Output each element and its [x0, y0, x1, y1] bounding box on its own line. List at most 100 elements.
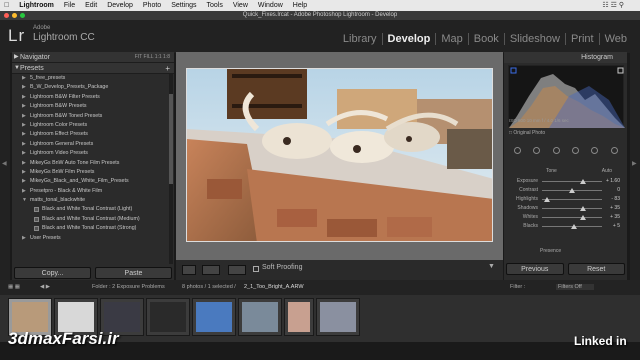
scrollbar-thumb[interactable] — [169, 94, 173, 184]
preset-folder[interactable]: ▶ Presetpro - Black & White Film — [12, 187, 174, 196]
auto-tone-button[interactable]: Auto — [602, 168, 612, 174]
grid-view-icon[interactable]: ▦ ▦ — [8, 284, 20, 290]
menu-app[interactable]: Lightroom — [19, 2, 54, 9]
copy-button[interactable]: Copy... — [14, 267, 91, 279]
preset-folder[interactable]: ▶ Lightroom Effect Presets — [12, 130, 174, 139]
radial-filter-icon[interactable] — [591, 147, 599, 154]
menu-help[interactable]: Help — [293, 2, 307, 9]
slider-exposure[interactable]: Exposure + 1.60 — [508, 177, 624, 186]
crop-tool-icon[interactable] — [514, 147, 522, 154]
slider-value[interactable]: - 83 — [611, 196, 620, 202]
preset-folder[interactable]: ▶ MikeyGs_Black_and_White_Film_Presets — [12, 177, 174, 186]
preset-item[interactable]: Black and White Tonal Contrast (Light) — [12, 205, 174, 214]
slider-knob[interactable] — [569, 188, 575, 193]
module-web[interactable]: Web — [598, 33, 632, 45]
presets-scrollbar[interactable] — [169, 74, 173, 264]
filmstrip-thumb[interactable] — [146, 298, 190, 336]
expand-triangle-icon[interactable]: ▶ — [22, 187, 26, 196]
close-window-icon[interactable] — [4, 13, 9, 18]
slider-shadows[interactable]: Shadows + 35 — [508, 204, 624, 213]
slider-contrast[interactable]: Contrast 0 — [508, 186, 624, 195]
expand-triangle-icon[interactable]: ▶ — [22, 93, 26, 102]
preset-folder[interactable]: ▶ Lightroom B&W Presets — [12, 102, 174, 111]
apple-menu-icon[interactable]:  — [4, 2, 9, 9]
slider-whites[interactable]: Whites + 35 — [508, 213, 624, 222]
module-map[interactable]: Map — [435, 33, 467, 45]
slider-value[interactable]: + 1.60 — [606, 178, 620, 184]
preset-folder[interactable]: ▶ MikeyGs BnW Auto Tone Film Presets — [12, 159, 174, 168]
graduated-filter-icon[interactable] — [572, 147, 580, 154]
collapse-triangle-icon[interactable]: ▼ — [22, 196, 27, 205]
expand-triangle-icon[interactable]: ▶ — [22, 140, 26, 149]
shadow-clipping-icon[interactable] — [510, 67, 517, 74]
collapse-right-icon[interactable]: ▶ — [632, 160, 640, 167]
menu-develop[interactable]: Develop — [107, 2, 133, 9]
expand-triangle-icon[interactable]: ▶ — [22, 130, 26, 139]
collapse-left-icon[interactable]: ◀ — [2, 160, 10, 167]
menu-photo[interactable]: Photo — [143, 2, 161, 9]
expand-triangle-icon[interactable]: ▶ — [22, 83, 26, 92]
presets-header[interactable]: ▼ Presets + — [12, 63, 174, 74]
expand-triangle-icon[interactable]: ▶ — [22, 102, 26, 111]
histogram-header[interactable]: Histogram — [504, 52, 627, 63]
minimize-window-icon[interactable] — [12, 13, 17, 18]
highlight-clipping-icon[interactable] — [617, 67, 624, 74]
slider-track[interactable] — [542, 217, 602, 218]
preset-folder[interactable]: ▶ MikeyGs BnW Film Presets — [12, 168, 174, 177]
slider-knob[interactable] — [570, 224, 577, 229]
preset-folder[interactable]: ▶ B_W_Develop_Presets_Package — [12, 83, 174, 92]
navigator-zoom-options[interactable]: FIT FILL 1:1 1:8 — [135, 52, 170, 63]
navigator-header[interactable]: ▶ Navigator FIT FILL 1:1 1:8 — [12, 52, 174, 63]
expand-triangle-icon[interactable]: ▶ — [22, 159, 26, 168]
slider-knob[interactable] — [579, 215, 586, 220]
before-after-toggle-icon[interactable] — [228, 265, 246, 275]
before-after-icon[interactable] — [202, 265, 220, 275]
preset-item[interactable]: Black and White Tonal Contrast (Medium) — [12, 215, 174, 224]
slider-knob[interactable] — [579, 206, 586, 211]
filmstrip-folder[interactable]: Folder : 2 Exposure Problems — [92, 284, 165, 290]
soft-proofing-checkbox[interactable] — [253, 266, 259, 272]
expand-triangle-icon[interactable]: ▶ — [22, 234, 26, 243]
expand-triangle-icon[interactable]: ▶ — [22, 112, 26, 121]
slider-highlights[interactable]: Highlights - 83 — [508, 195, 624, 204]
slider-value[interactable]: + 35 — [610, 214, 620, 220]
expand-triangle-icon[interactable]: ▶ — [22, 121, 26, 130]
zoom-window-icon[interactable] — [20, 13, 25, 18]
loupe-view-icon[interactable] — [182, 265, 196, 275]
expand-triangle-icon[interactable]: ▶ — [22, 177, 26, 186]
slider-blacks[interactable]: Blacks + 5 — [508, 222, 624, 231]
add-preset-button[interactable]: + — [165, 63, 170, 74]
preset-folder[interactable]: ▶ 5_free_presets — [12, 74, 174, 83]
module-print[interactable]: Print — [564, 33, 599, 45]
adjustment-brush-icon[interactable] — [610, 147, 618, 154]
slider-knob[interactable] — [579, 179, 586, 184]
slider-value[interactable]: + 5 — [613, 223, 620, 229]
preset-folder[interactable]: ▶ Lightroom B&W Filter Presets — [12, 93, 174, 102]
toolbar-menu-chevron-icon[interactable]: ▼ — [488, 263, 495, 270]
menu-edit[interactable]: Edit — [85, 2, 97, 9]
slider-track[interactable] — [542, 208, 602, 209]
preset-folder[interactable]: ▼ matts_tonal_blackwhite — [12, 196, 174, 205]
left-panel-edge[interactable]: ◀ — [0, 52, 10, 280]
menu-tools[interactable]: Tools — [206, 2, 222, 9]
slider-track[interactable] — [542, 199, 602, 200]
main-photo[interactable] — [186, 68, 493, 242]
filmstrip-thumb[interactable] — [192, 298, 236, 336]
expand-triangle-icon[interactable]: ▶ — [22, 168, 26, 177]
module-develop[interactable]: Develop — [381, 33, 436, 45]
preset-folder[interactable]: ▶ Lightroom General Presets — [12, 140, 174, 149]
module-library[interactable]: Library — [338, 33, 382, 45]
paste-button[interactable]: Paste — [95, 267, 172, 279]
slider-knob[interactable] — [543, 197, 550, 202]
preset-folder[interactable]: ▶ User Presets — [12, 234, 174, 243]
slider-value[interactable]: 0 — [617, 187, 620, 193]
right-panel-edge[interactable]: ▶ — [630, 52, 640, 280]
filters-dropdown[interactable]: Filters Off — [556, 284, 594, 290]
expand-triangle-icon[interactable]: ▶ — [22, 74, 26, 83]
filmstrip-thumb[interactable] — [238, 298, 282, 336]
spot-removal-tool-icon[interactable] — [533, 147, 541, 154]
reset-button[interactable]: Reset — [567, 263, 625, 275]
slider-track[interactable] — [542, 181, 602, 182]
preset-folder[interactable]: ▶ Lightroom Color Presets — [12, 121, 174, 130]
preset-item[interactable]: Black and White Tonal Contrast (Strong) — [12, 224, 174, 233]
